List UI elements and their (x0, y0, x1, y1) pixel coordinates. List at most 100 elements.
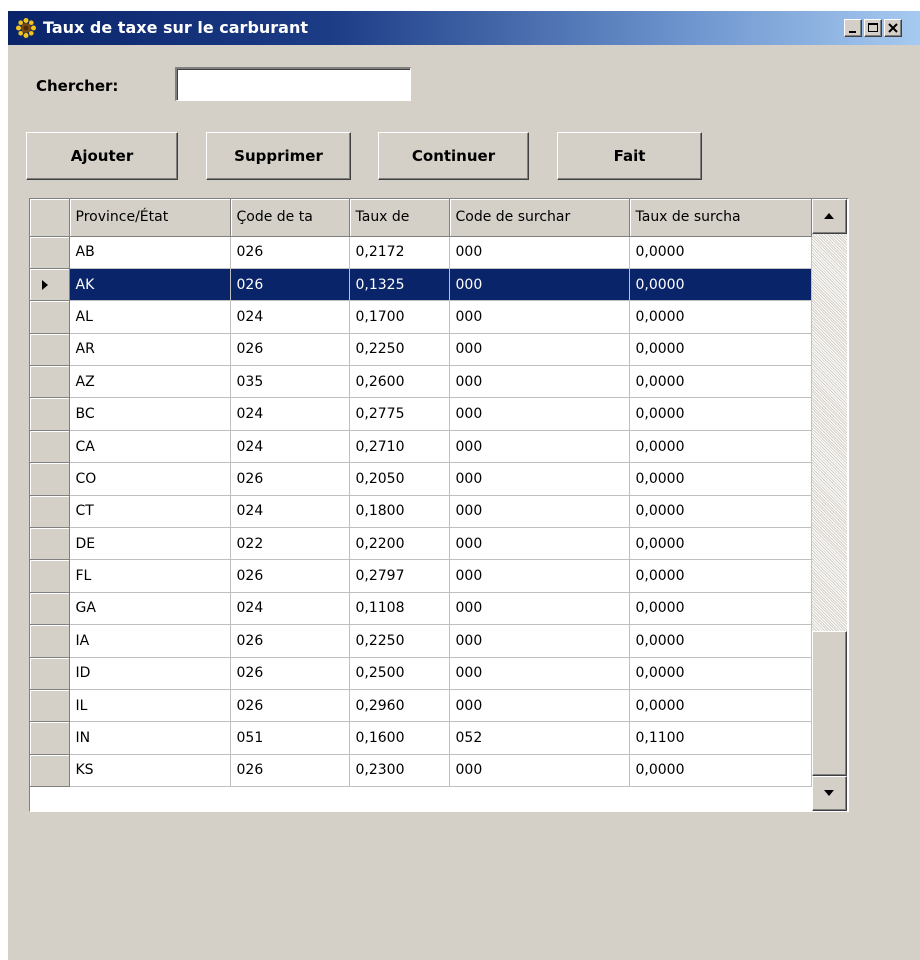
table-cell[interactable]: 000 (449, 268, 630, 302)
table-cell[interactable]: CA (69, 430, 231, 464)
table-cell[interactable]: 000 (449, 689, 630, 723)
row-selector[interactable] (30, 559, 70, 593)
close-button[interactable] (884, 19, 902, 37)
table-cell[interactable]: AK (69, 268, 231, 302)
table-cell[interactable]: 024 (230, 495, 350, 529)
table-cell[interactable]: 000 (449, 624, 630, 658)
table-cell[interactable]: 026 (230, 689, 350, 723)
column-header[interactable]: Province/État (69, 199, 231, 237)
table-cell[interactable]: 024 (230, 592, 350, 626)
table-cell[interactable]: AR (69, 333, 231, 367)
row-selector[interactable] (30, 527, 70, 561)
table-row[interactable]: DE 022 0,2200 000 0,0000 (30, 527, 812, 561)
table-cell[interactable]: IA (69, 624, 231, 658)
table-cell[interactable]: 024 (230, 397, 350, 431)
column-header[interactable]: Taux de (349, 199, 450, 237)
table-cell[interactable]: 0,0000 (629, 657, 812, 690)
table-cell[interactable]: 026 (230, 268, 350, 302)
table-cell[interactable]: AB (69, 236, 231, 269)
row-selector[interactable] (30, 721, 70, 755)
scroll-thumb[interactable] (812, 631, 847, 776)
table-cell[interactable]: CO (69, 462, 231, 496)
table-cell[interactable]: 000 (449, 754, 630, 788)
table-cell[interactable]: 026 (230, 754, 350, 788)
table-cell[interactable]: 000 (449, 495, 630, 529)
table-cell[interactable]: 000 (449, 657, 630, 690)
table-row[interactable]: AL 024 0,1700 000 0,0000 (30, 300, 812, 334)
row-selector[interactable] (30, 754, 70, 788)
table-row[interactable]: AZ 035 0,2600 000 0,0000 (30, 365, 812, 399)
table-cell[interactable]: DE (69, 527, 231, 561)
table-row[interactable]: AK 026 0,1325 000 0,0000 (30, 268, 812, 302)
table-cell[interactable]: 0,1600 (349, 721, 450, 755)
table-row[interactable]: KS 026 0,2300 000 0,0000 (30, 754, 812, 788)
table-row[interactable]: IL 026 0,2960 000 0,0000 (30, 689, 812, 723)
table-cell[interactable]: 0,0000 (629, 689, 812, 723)
continue-button[interactable]: Continuer (378, 132, 529, 180)
search-input[interactable] (175, 67, 411, 101)
row-selector[interactable] (30, 236, 70, 269)
table-cell[interactable]: ID (69, 657, 231, 690)
table-row[interactable]: CA 024 0,2710 000 0,0000 (30, 430, 812, 464)
row-selector[interactable] (30, 300, 70, 334)
table-row[interactable]: ID 026 0,2500 000 0,0000 (30, 657, 812, 690)
table-row[interactable]: FL 026 0,2797 000 0,0000 (30, 559, 812, 593)
table-cell[interactable]: GA (69, 592, 231, 626)
table-cell[interactable]: 0,0000 (629, 559, 812, 593)
table-cell[interactable]: 0,2200 (349, 527, 450, 561)
table-cell[interactable]: FL (69, 559, 231, 593)
table-cell[interactable]: 0,0000 (629, 365, 812, 399)
table-cell[interactable]: 022 (230, 527, 350, 561)
table-cell[interactable]: 0,2797 (349, 559, 450, 593)
row-selector[interactable] (30, 657, 70, 690)
table-row[interactable]: IN 051 0,1600 052 0,1100 (30, 721, 812, 755)
table-cell[interactable]: 0,1700 (349, 300, 450, 334)
table-cell[interactable]: 0,0000 (629, 527, 812, 561)
table-cell[interactable]: 0,1325 (349, 268, 450, 302)
table-cell[interactable]: 0,0000 (629, 397, 812, 431)
table-cell[interactable]: 0,0000 (629, 333, 812, 367)
table-cell[interactable]: 0,0000 (629, 430, 812, 464)
row-selector[interactable] (30, 624, 70, 658)
column-header[interactable]: Taux de surcha (629, 199, 812, 237)
table-cell[interactable]: AZ (69, 365, 231, 399)
table-cell[interactable]: 000 (449, 365, 630, 399)
table-cell[interactable]: 000 (449, 592, 630, 626)
table-cell[interactable]: 0,2600 (349, 365, 450, 399)
table-cell[interactable]: 026 (230, 333, 350, 367)
title-bar[interactable]: Taux de taxe sur le carburant (8, 11, 920, 45)
table-cell[interactable]: 000 (449, 236, 630, 269)
table-cell[interactable]: 0,0000 (629, 462, 812, 496)
row-selector[interactable] (30, 430, 70, 464)
table-cell[interactable]: 0,0000 (629, 495, 812, 529)
table-cell[interactable]: 0,0000 (629, 592, 812, 626)
table-cell[interactable]: 0,0000 (629, 754, 812, 788)
table-cell[interactable]: 000 (449, 397, 630, 431)
maximize-button[interactable] (864, 19, 882, 37)
scroll-down-button[interactable] (812, 776, 847, 811)
table-row[interactable]: GA 024 0,1108 000 0,0000 (30, 592, 812, 626)
table-cell[interactable]: 0,0000 (629, 624, 812, 658)
table-cell[interactable]: 000 (449, 333, 630, 367)
row-selector[interactable] (30, 397, 70, 431)
minimize-button[interactable] (844, 19, 862, 37)
table-cell[interactable]: 000 (449, 559, 630, 593)
row-selector[interactable] (30, 333, 70, 367)
table-row[interactable]: AB 026 0,2172 000 0,0000 (30, 236, 812, 269)
table-cell[interactable]: 0,2050 (349, 462, 450, 496)
table-cell[interactable]: 024 (230, 430, 350, 464)
add-button[interactable]: Ajouter (26, 132, 178, 180)
table-cell[interactable]: 0,2172 (349, 236, 450, 269)
table-cell[interactable]: IL (69, 689, 231, 723)
row-selector[interactable] (30, 365, 70, 399)
table-cell[interactable]: 0,2250 (349, 333, 450, 367)
table-cell[interactable]: 0,0000 (629, 268, 812, 302)
table-cell[interactable]: AL (69, 300, 231, 334)
table-cell[interactable]: 026 (230, 462, 350, 496)
table-cell[interactable]: 0,2775 (349, 397, 450, 431)
table-cell[interactable]: 026 (230, 657, 350, 690)
row-selector[interactable] (30, 462, 70, 496)
table-row[interactable]: CO 026 0,2050 000 0,0000 (30, 462, 812, 496)
row-selector[interactable] (30, 592, 70, 626)
vertical-scrollbar[interactable] (812, 199, 847, 811)
